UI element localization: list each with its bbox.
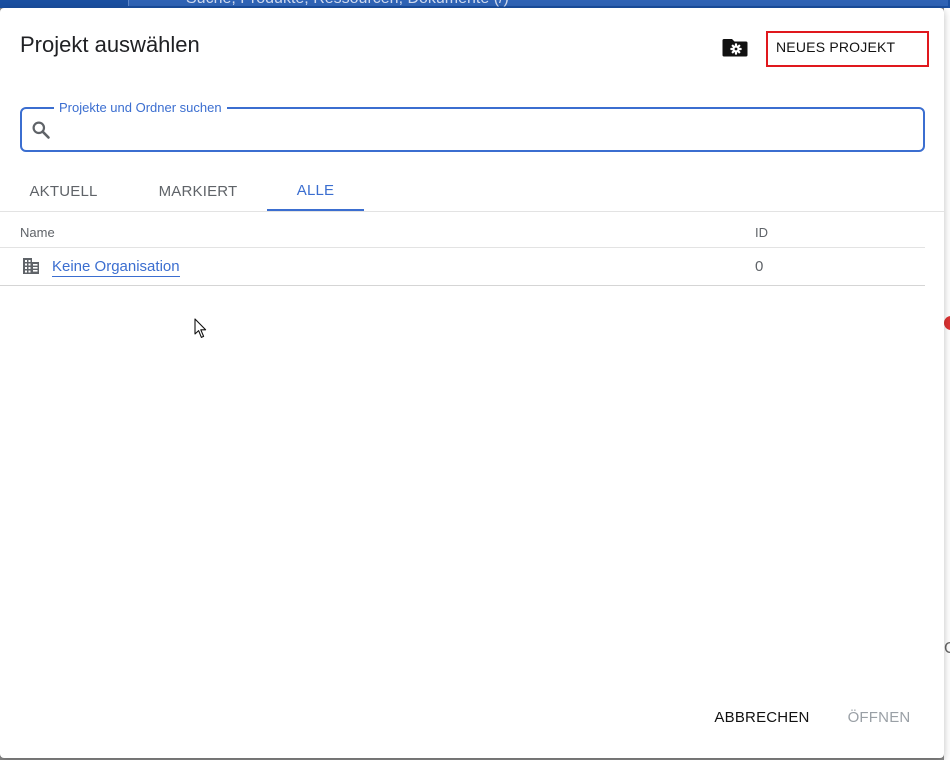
new-project-button[interactable]: NEUES PROJEKT bbox=[766, 31, 929, 67]
dialog-title: Projekt auswählen bbox=[20, 32, 200, 57]
table-row[interactable]: Keine Organisation 0 bbox=[0, 248, 925, 286]
mouse-cursor-icon bbox=[194, 318, 207, 338]
organization-building-icon bbox=[23, 258, 39, 274]
table-header: Name ID bbox=[0, 212, 925, 248]
column-header-name: Name bbox=[20, 225, 55, 240]
search-field-label: Projekte und Ordner suchen bbox=[54, 100, 227, 115]
tab-alle[interactable]: ALLE bbox=[267, 172, 364, 211]
cancel-button[interactable]: ABBRECHEN bbox=[706, 702, 818, 732]
row-id-value: 0 bbox=[755, 258, 764, 275]
search-icon bbox=[32, 121, 50, 139]
project-search-field[interactable]: Projekte und Ordner suchen bbox=[20, 100, 925, 152]
background-search-text: Suche, Produkte, Ressourcen, Dokumente (… bbox=[186, 0, 509, 8]
folder-gear-icon bbox=[722, 39, 748, 57]
tab-bar: AKTUELL MARKIERT ALLE bbox=[0, 172, 944, 212]
search-input[interactable] bbox=[62, 117, 912, 143]
open-button[interactable]: ÖFFNEN bbox=[838, 702, 920, 732]
column-header-id: ID bbox=[755, 225, 768, 240]
tab-markiert[interactable]: MARKIERT bbox=[132, 172, 264, 211]
background-fragment: C bbox=[944, 640, 950, 657]
organization-link[interactable]: Keine Organisation bbox=[52, 258, 180, 277]
tab-aktuell[interactable]: AKTUELL bbox=[10, 172, 117, 211]
project-select-dialog: Projekt auswählen NEUES PROJEKT Projekte… bbox=[0, 8, 944, 758]
folder-settings-button[interactable] bbox=[720, 34, 750, 60]
